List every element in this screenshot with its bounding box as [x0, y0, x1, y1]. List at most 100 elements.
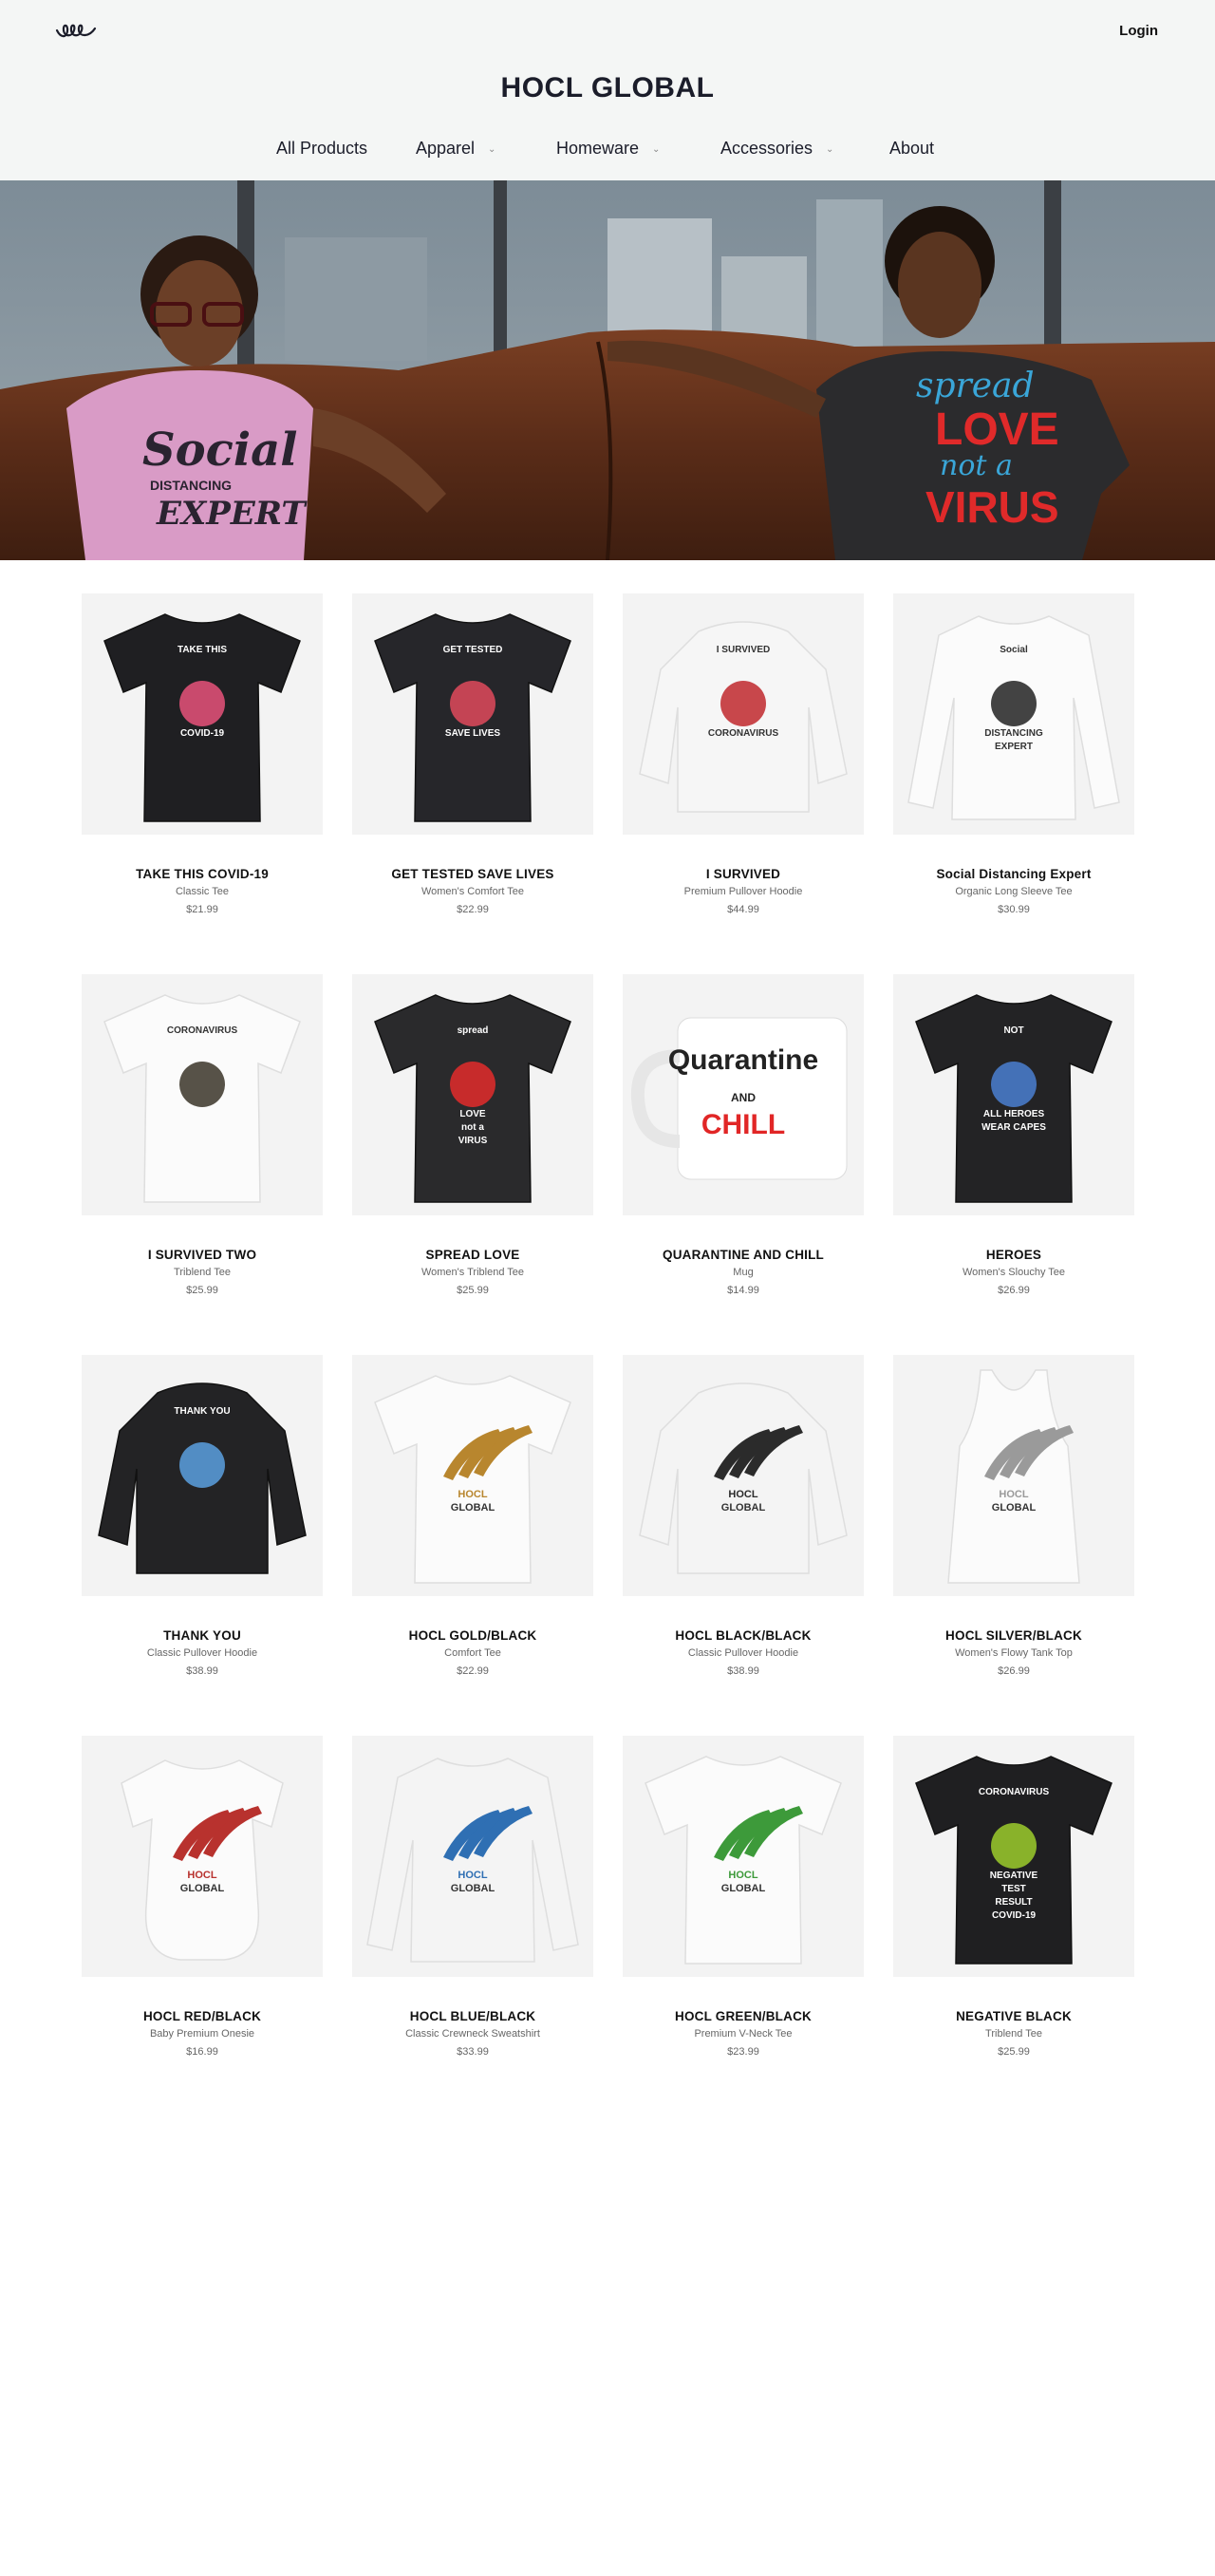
print-text: THANK YOU	[174, 1406, 230, 1417]
print-text: VIRUS	[458, 1136, 488, 1146]
product-mockup: HOCL GLOBAL	[374, 1375, 571, 1584]
print-graphic-icon	[720, 681, 766, 726]
product-image[interactable]: THANK YOU	[82, 1355, 323, 1596]
product-image[interactable]: CORONAVIRUS	[82, 974, 323, 1215]
print-text: GLOBAL	[180, 1883, 225, 1894]
product-card[interactable]: I SURVIVED CORONAVIRUS I SURVIVED Premium P…	[623, 593, 864, 916]
product-card[interactable]: Quarantine AND CHILL QUARANTINE AND CHILL Mu…	[623, 974, 864, 1297]
product-type: Triblend Tee	[985, 2028, 1042, 2040]
print-text: CORONAVIRUS	[167, 1025, 238, 1036]
product-name[interactable]: I SURVIVED TWO	[82, 1248, 323, 1262]
tee-shape	[645, 1756, 842, 1965]
product-image[interactable]: NOT ALL HEROES WEAR CAPES	[893, 974, 1134, 1215]
print-text: GET TESTED	[443, 645, 503, 655]
product-image[interactable]: GET TESTED SAVE LIVES	[352, 593, 593, 835]
hero-left-shirt-line: Social	[142, 423, 297, 477]
nav-about[interactable]: About	[889, 139, 934, 159]
product-card[interactable]: HOCL GLOBAL HOCL BLUE/BLACK Classic Crewnec…	[352, 1736, 593, 2059]
nav-all-products[interactable]: All Products	[276, 139, 367, 159]
product-name[interactable]: QUARANTINE AND CHILL	[623, 1248, 864, 1262]
longsleeve-shape	[366, 1758, 579, 1963]
product-name[interactable]: SPREAD LOVE	[352, 1248, 593, 1262]
product-image[interactable]: HOCL GLOBAL	[82, 1736, 323, 1977]
product-card[interactable]: TAKE THIS COVID-19 TAKE THIS COVID-19 Class…	[82, 593, 323, 916]
product-mockup: NOT ALL HEROES WEAR CAPES	[915, 994, 1112, 1203]
product-type: Triblend Tee	[174, 1267, 231, 1278]
hoodie-shape	[639, 1382, 848, 1574]
product-card[interactable]: HOCL GLOBAL HOCL RED/BLACK Baby Premium One…	[82, 1736, 323, 2059]
product-name[interactable]: HOCL BLACK/BLACK	[623, 1628, 864, 1643]
product-image[interactable]: HOCL GLOBAL	[352, 1355, 593, 1596]
mug-shape	[677, 1017, 848, 1180]
print-text: SAVE LIVES	[445, 728, 500, 739]
hero-right-shirt-line: spread	[916, 367, 1035, 405]
product-price: $22.99	[457, 904, 489, 915]
nav-accessories[interactable]: Accessories ⌄	[720, 139, 833, 159]
product-name[interactable]: HOCL GREEN/BLACK	[623, 2009, 864, 2023]
product-name[interactable]: GET TESTED SAVE LIVES	[352, 867, 593, 881]
nav-homeware[interactable]: Homeware ⌄	[556, 139, 660, 159]
product-name[interactable]: I SURVIVED	[623, 867, 864, 881]
product-image[interactable]: HOCL GLOBAL	[623, 1355, 864, 1596]
product-image[interactable]: TAKE THIS COVID-19	[82, 593, 323, 835]
product-card[interactable]: CORONAVIRUS NEGATIVE TEST RESULT COVID-19 NEG…	[893, 1736, 1134, 2059]
print-text: HOCL	[458, 1489, 487, 1500]
tank-shape	[947, 1369, 1080, 1584]
loop-logo-icon[interactable]	[55, 19, 97, 40]
product-image[interactable]: HOCL GLOBAL	[893, 1355, 1134, 1596]
product-name[interactable]: THANK YOU	[82, 1628, 323, 1643]
product-name[interactable]: HOCL BLUE/BLACK	[352, 2009, 593, 2023]
product-type: Classic Pullover Hoodie	[687, 1647, 799, 1659]
product-price: $25.99	[998, 2046, 1030, 2058]
product-image[interactable]: CORONAVIRUS NEGATIVE TEST RESULT COVID-19	[893, 1736, 1134, 1977]
print-graphic-icon	[991, 1062, 1037, 1107]
login-link[interactable]: Login	[1119, 23, 1158, 39]
product-card[interactable]: NOT ALL HEROES WEAR CAPES HEROES Women's Slo…	[893, 974, 1134, 1297]
print-graphic-icon	[179, 681, 225, 726]
product-type: Premium Pullover Hoodie	[683, 886, 803, 897]
product-name[interactable]: Social Distancing Expert	[893, 867, 1134, 881]
brand-title[interactable]: HOCL GLOBAL	[0, 72, 1215, 104]
product-card[interactable]: HOCL GLOBAL HOCL BLACK/BLACK Classic Pullov…	[623, 1355, 864, 1678]
product-image[interactable]: HOCL GLOBAL	[623, 1736, 864, 1977]
product-card[interactable]: HOCL GLOBAL HOCL GREEN/BLACK Premium V-Neck…	[623, 1736, 864, 2059]
hero-left-shirt-line: EXPERT	[156, 495, 308, 533]
product-image[interactable]: Social DISTANCING EXPERT	[893, 593, 1134, 835]
print-text: HOCL	[999, 1489, 1028, 1500]
print-text: NEGATIVE	[990, 1871, 1038, 1881]
chevron-down-icon: ⌄	[652, 144, 661, 155]
nav-label: Accessories	[720, 139, 813, 158]
print-text: spread	[458, 1025, 489, 1036]
product-mockup: CORONAVIRUS	[103, 994, 301, 1203]
product-type: Mug	[733, 1267, 754, 1278]
product-card[interactable]: HOCL GLOBAL HOCL SILVER/BLACK Women's Flowy…	[893, 1355, 1134, 1678]
product-name[interactable]: HOCL RED/BLACK	[82, 2009, 323, 2023]
print-text: GLOBAL	[721, 1502, 766, 1514]
product-name[interactable]: NEGATIVE BLACK	[893, 2009, 1134, 2023]
product-image[interactable]: Quarantine AND CHILL	[623, 974, 864, 1215]
product-image[interactable]: spread LOVE not a VIRUS	[352, 974, 593, 1215]
nav-apparel[interactable]: Apparel ⌄	[416, 139, 495, 159]
product-card[interactable]: spread LOVE not a VIRUS SPREAD LOVE Women's T…	[352, 974, 593, 1297]
product-card[interactable]: THANK YOU THANK YOU Classic Pullover Hoodi…	[82, 1355, 323, 1678]
hero-right-shirt-line: VIRUS	[925, 482, 1059, 532]
print-text: CORONAVIRUS	[979, 1787, 1050, 1797]
product-name[interactable]: HOCL SILVER/BLACK	[893, 1628, 1134, 1643]
product-type: Women's Flowy Tank Top	[955, 1647, 1073, 1659]
product-card[interactable]: Social DISTANCING EXPERT Social Distancing …	[893, 593, 1134, 916]
product-name[interactable]: TAKE THIS COVID-19	[82, 867, 323, 881]
product-card[interactable]: CORONAVIRUS I SURVIVED TWO Triblend Tee $25…	[82, 974, 323, 1297]
print-text: TEST	[1001, 1884, 1026, 1894]
product-mockup: spread LOVE not a VIRUS	[374, 994, 571, 1203]
product-name[interactable]: HEROES	[893, 1248, 1134, 1262]
product-price: $23.99	[727, 2046, 759, 2058]
hero-banner: Social DISTANCING EXPERT spread LOVE not…	[0, 180, 1215, 560]
product-price: $38.99	[727, 1665, 759, 1677]
product-card[interactable]: HOCL GLOBAL HOCL GOLD/BLACK Comfort Tee $22.…	[352, 1355, 593, 1678]
product-type: Comfort Tee	[444, 1647, 501, 1659]
product-type: Premium V-Neck Tee	[694, 2028, 793, 2040]
product-image[interactable]: I SURVIVED CORONAVIRUS	[623, 593, 864, 835]
product-card[interactable]: GET TESTED SAVE LIVES GET TESTED SAVE LIVE…	[352, 593, 593, 916]
product-name[interactable]: HOCL GOLD/BLACK	[352, 1628, 593, 1643]
product-image[interactable]: HOCL GLOBAL	[352, 1736, 593, 1977]
